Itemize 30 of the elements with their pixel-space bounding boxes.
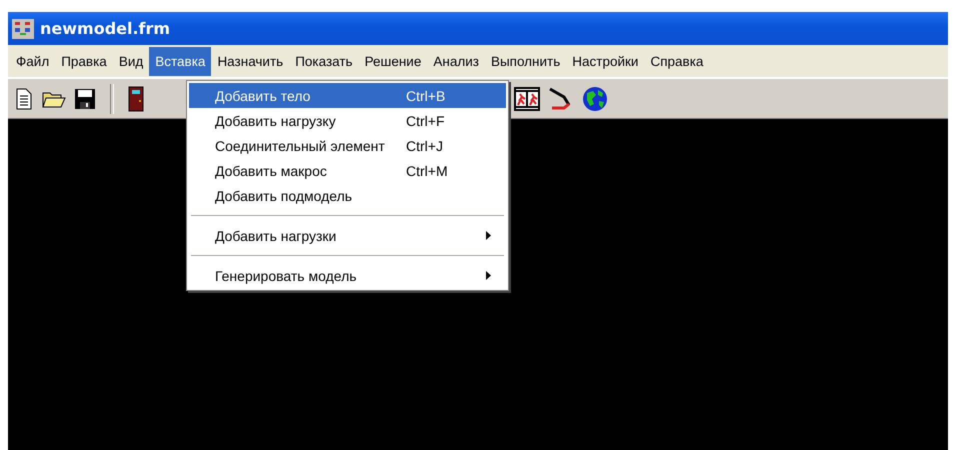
menu-option[interactable]: Добавить макрос Ctrl+M [189, 158, 506, 183]
menu-item[interactable]: Анализ [427, 46, 485, 76]
menu-option[interactable]: Добавить нагрузку Ctrl+F [189, 108, 506, 133]
menu-item[interactable]: Показать [289, 46, 359, 76]
menu-item[interactable]: Решение [358, 46, 428, 76]
menu-item[interactable]: Правка [55, 46, 113, 76]
option-label: Добавить тело [215, 88, 312, 104]
menu-option[interactable]: Добавить нагрузки [189, 223, 506, 248]
menu-option[interactable]: Добавить тело Ctrl+B [189, 83, 506, 108]
menu-item[interactable]: Вставка [149, 46, 212, 76]
option-label: Добавить нагрузки [215, 228, 338, 244]
shortcut-label: Ctrl+F [406, 112, 446, 128]
menu-option[interactable]: Генерировать модель [189, 263, 506, 288]
shortcut-label: Ctrl+B [406, 88, 446, 104]
window-title: newmodel.frm [40, 19, 170, 38]
menu-item[interactable]: Выполнить [484, 46, 566, 76]
shortcut-label: Ctrl+M [406, 162, 449, 178]
menu-item[interactable]: Настройки [566, 46, 644, 76]
option-label: Добавить макрос [215, 162, 328, 178]
menu-item[interactable]: Вид [112, 46, 150, 76]
menu-item[interactable]: Справка [644, 46, 710, 76]
option-label: Соединительный элемент [215, 138, 386, 154]
menu-option[interactable]: Соединительный элемент Ctrl+J [189, 133, 506, 158]
option-label: Добавить подмодель [215, 188, 354, 204]
option-label: Генерировать модель [215, 268, 358, 284]
shortcut-label: Ctrl+J [406, 138, 444, 154]
menu-item[interactable]: Назначить [211, 46, 290, 76]
option-label: Добавить нагрузку [215, 112, 337, 128]
menu-item[interactable]: Файл [10, 46, 56, 76]
menu-option[interactable]: Добавить подмодель [189, 183, 506, 208]
